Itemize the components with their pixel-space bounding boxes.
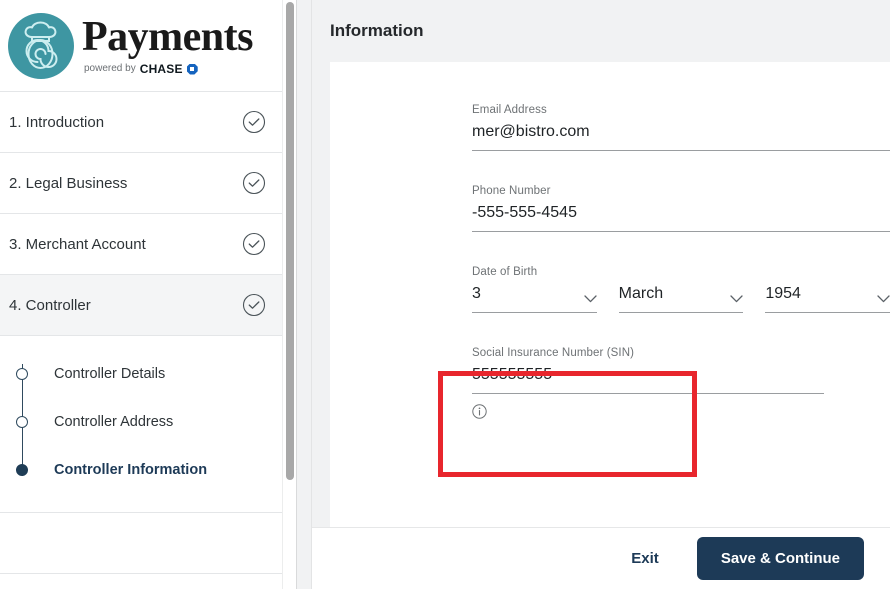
brand-header: Payments powered by CHASE [0, 0, 296, 92]
sidebar-subitem-controller-details[interactable]: Controller Details [0, 350, 296, 398]
dob-year-value: 1954 [765, 285, 801, 302]
sin-field[interactable]: 555555555 [472, 366, 824, 394]
sidebar-item-merchant-account[interactable]: 3. Merchant Account [0, 214, 296, 275]
dob-day-select[interactable]: 3 [472, 285, 597, 313]
sidebar: Payments powered by CHASE 1. Introductio… [0, 0, 296, 589]
brand-subtitle: powered by CHASE [84, 63, 253, 75]
sidebar-item-legal-business[interactable]: 2. Legal Business [0, 153, 296, 214]
dob-day-value: 3 [472, 285, 481, 302]
sin-field-group: Social Insurance Number (SIN) 555555555 [472, 347, 890, 419]
sidebar-item-controller[interactable]: 4. Controller [0, 275, 296, 336]
step-dot-icon [16, 464, 28, 476]
page-title: Information [330, 21, 424, 40]
sidebar-subitem-controller-information[interactable]: Controller Information [0, 446, 296, 494]
sin-info-hint [472, 404, 890, 419]
sidebar-scrollbar-thumb[interactable] [286, 2, 294, 480]
date-of-birth-row: 3 March 1954 [472, 285, 890, 313]
sidebar-subitem-label: Controller Address [54, 414, 174, 430]
chevron-down-icon [877, 290, 890, 303]
sidebar-item-label: 1. Introduction [9, 113, 105, 131]
phone-field-group: Phone Number -555-555-4545 [472, 185, 890, 232]
exit-button[interactable]: Exit [621, 544, 669, 573]
sidebar-item-label: 3. Merchant Account [9, 235, 146, 253]
phone-field[interactable]: -555-555-4545 [472, 204, 890, 232]
dob-month-value: March [618, 285, 664, 302]
check-circle-icon [242, 232, 266, 256]
sidebar-subitem-controller-address[interactable]: Controller Address [0, 398, 296, 446]
sin-field-label: Social Insurance Number (SIN) [472, 347, 635, 359]
step-navigation: 1. Introduction 2. Legal Business 3. Mer… [0, 92, 296, 574]
sidebar-item-label: 2. Legal Business [9, 174, 128, 192]
step-dot-icon [16, 368, 28, 380]
save-and-continue-button[interactable]: Save & Continue [696, 537, 864, 580]
controller-substep-list: Controller Details Controller Address Co… [0, 336, 296, 513]
controller-information-form: Email Address mer@bistro.com Phone Numbe… [330, 62, 890, 419]
check-circle-icon [242, 171, 266, 195]
sidebar-item-next-step-partial[interactable] [0, 513, 296, 574]
phone-field-label: Phone Number [472, 185, 551, 197]
main-header: Information [312, 0, 890, 62]
sidebar-item-label: 4. Controller [9, 296, 91, 314]
step-dot-icon [16, 416, 28, 428]
date-of-birth-group: Date of Birth 3 March 1954 [472, 266, 890, 313]
chevron-down-icon [584, 290, 597, 303]
sidebar-item-introduction[interactable]: 1. Introduction [0, 92, 296, 153]
check-circle-icon [242, 110, 266, 134]
form-card: Email Address mer@bistro.com Phone Numbe… [330, 62, 890, 527]
chef-hat-spiral-icon [8, 12, 74, 79]
application-window: Payments powered by CHASE 1. Introductio… [0, 0, 890, 589]
dob-year-select[interactable]: 1954 [765, 285, 890, 313]
form-footer: Exit Save & Continue [312, 527, 890, 589]
sidebar-scrollbar[interactable] [282, 0, 296, 589]
main-content: Information Email Address mer@bistro.com… [312, 0, 890, 589]
check-circle-icon [242, 293, 266, 317]
email-field-group: Email Address mer@bistro.com [472, 104, 890, 151]
email-field-label: Email Address [472, 104, 547, 116]
chevron-down-icon [730, 290, 743, 303]
sidebar-subitem-label: Controller Details [54, 366, 166, 382]
powered-by-label: powered by [84, 63, 136, 74]
chase-wordmark: CHASE [139, 62, 183, 76]
info-circle-icon[interactable] [472, 404, 487, 419]
pane-divider [296, 0, 312, 589]
email-field[interactable]: mer@bistro.com [472, 123, 890, 151]
sidebar-subitem-label: Controller Information [54, 462, 208, 478]
date-of-birth-label: Date of Birth [472, 266, 538, 278]
brand-title: Payments [82, 14, 253, 60]
dob-month-select[interactable]: March [618, 285, 744, 313]
chase-octagon-icon [186, 63, 198, 75]
